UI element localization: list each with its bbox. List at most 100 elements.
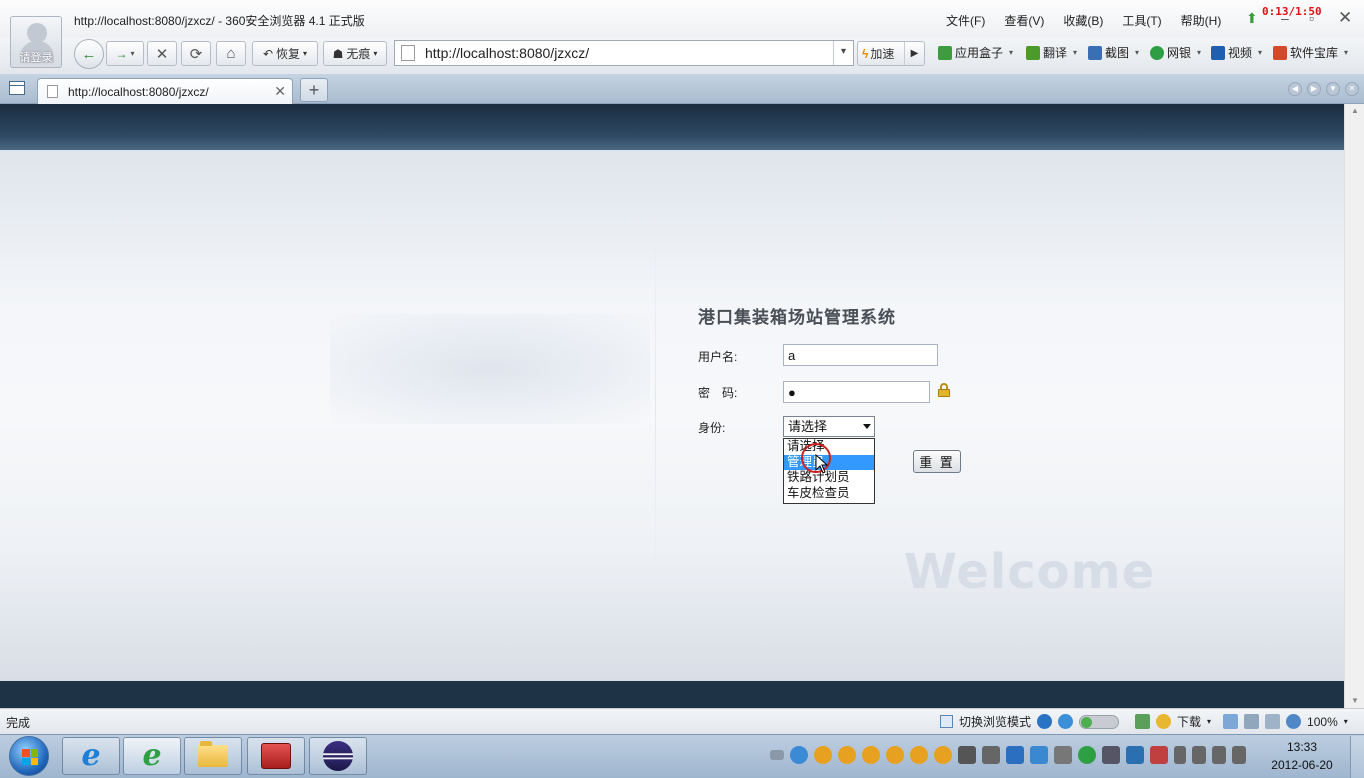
- tray-monitor-icon[interactable]: [1102, 746, 1120, 764]
- 360-browser-icon: e: [142, 738, 162, 773]
- taskbar-eclipse[interactable]: [309, 737, 367, 775]
- taskbar-ie[interactable]: e: [62, 737, 120, 775]
- mode-toggle-switch[interactable]: [1079, 714, 1120, 729]
- zoom-level[interactable]: 100%: [1307, 715, 1338, 729]
- tab-list-icon[interactable]: ▼: [1326, 82, 1340, 96]
- qq-icon[interactable]: [886, 746, 904, 764]
- refresh-icon: ⟳: [189, 45, 203, 63]
- print-icon[interactable]: [1244, 714, 1260, 729]
- tab-localhost[interactable]: http://localhost:8080/jzxcz/ ✕: [37, 78, 293, 104]
- username-input[interactable]: [783, 344, 938, 366]
- keyboard-icon[interactable]: [770, 750, 784, 760]
- role-option[interactable]: 铁路计划员: [784, 470, 874, 486]
- ext-screenshot[interactable]: 截图 ▾: [1088, 44, 1139, 61]
- zoom-dropdown-icon[interactable]: ▾: [1344, 717, 1348, 726]
- close-window-icon[interactable]: ✕: [1338, 8, 1352, 28]
- menu-help[interactable]: 帮助(H): [1181, 12, 1222, 29]
- ie-mode-icon[interactable]: [1037, 714, 1053, 729]
- tray-app-icon[interactable]: [790, 746, 808, 764]
- taskbar-clock[interactable]: 13:33 2012-06-20: [1262, 738, 1342, 774]
- page-header-band: [0, 104, 1344, 150]
- volume-icon[interactable]: [1232, 746, 1246, 764]
- tray-security-icon[interactable]: [1030, 746, 1048, 764]
- download-dropdown-icon[interactable]: ▾: [1207, 717, 1211, 726]
- username-label: 用户名:: [698, 350, 738, 364]
- browse-mode-label[interactable]: 切换浏览模式: [959, 713, 1031, 730]
- tray-tool-icon[interactable]: [958, 746, 976, 764]
- go-icon[interactable]: ▶: [904, 42, 924, 65]
- ext-bank[interactable]: 网银 ▾: [1150, 44, 1201, 61]
- network-icon[interactable]: [1212, 746, 1226, 764]
- taskbar-toolbox[interactable]: [247, 737, 305, 775]
- new-tab-button[interactable]: +: [300, 78, 328, 102]
- tray-device-icon[interactable]: [982, 746, 1000, 764]
- vertical-scrollbar[interactable]: ▲ ▼: [1344, 104, 1364, 708]
- ext-software-store[interactable]: 软件宝库 ▾: [1273, 44, 1348, 61]
- qq-icon[interactable]: [934, 746, 952, 764]
- tab-close-all-icon[interactable]: ✕: [1345, 82, 1359, 96]
- minimize-icon[interactable]: –: [1281, 10, 1289, 26]
- home-icon: ⌂: [226, 45, 236, 62]
- maximize-icon[interactable]: ▫: [1309, 10, 1314, 26]
- speed-mode-icon[interactable]: [1058, 714, 1074, 729]
- qq-icon[interactable]: [838, 746, 856, 764]
- user-avatar[interactable]: 请登录: [10, 16, 62, 68]
- address-input[interactable]: [425, 45, 825, 61]
- shield-icon[interactable]: [1006, 746, 1024, 764]
- tab-scroll-right-icon[interactable]: ▶: [1307, 82, 1321, 96]
- menu-file[interactable]: 文件(F): [946, 12, 985, 29]
- traceless-button[interactable]: ☗ 无痕 ▾: [323, 41, 387, 66]
- sidebar-toggle-icon[interactable]: [9, 81, 25, 95]
- tray-sync-icon[interactable]: [1078, 746, 1096, 764]
- taskbar-360-browser[interactable]: e: [123, 737, 181, 775]
- flag-icon[interactable]: [1174, 746, 1186, 764]
- ext-bank-dropdown-icon: ▾: [1197, 48, 1202, 57]
- forward-button[interactable]: → ▾: [106, 41, 144, 66]
- system-tray: [770, 746, 1246, 764]
- stop-x-icon: ✕: [155, 45, 169, 63]
- restore-button[interactable]: ↶ 恢复 ▾: [252, 41, 318, 66]
- window-title: http://localhost:8080/jzxcz/ - 360安全浏览器 …: [74, 14, 365, 28]
- reset-button[interactable]: 重 置: [913, 450, 961, 473]
- address-dropdown-icon[interactable]: ▾: [833, 41, 853, 65]
- qq-icon[interactable]: [910, 746, 928, 764]
- tray-window-icon[interactable]: [1126, 746, 1144, 764]
- show-desktop-button[interactable]: [1350, 736, 1364, 778]
- qq-icon[interactable]: [862, 746, 880, 764]
- sound-icon[interactable]: [1265, 714, 1281, 729]
- tab-close-icon[interactable]: ✕: [274, 83, 286, 100]
- tab-scroll-left-icon[interactable]: ◀: [1288, 82, 1302, 96]
- address-bar[interactable]: ▾: [394, 40, 854, 66]
- menu-view[interactable]: 查看(V): [1004, 12, 1044, 29]
- refresh-button[interactable]: ⟳: [181, 41, 211, 66]
- traceless-label: 无痕: [346, 47, 371, 61]
- tray-note-icon[interactable]: [1054, 746, 1072, 764]
- menu-tools[interactable]: 工具(T): [1122, 12, 1161, 29]
- usb-icon[interactable]: [1192, 746, 1206, 764]
- stop-button[interactable]: ✕: [147, 41, 177, 66]
- password-input[interactable]: [783, 381, 930, 403]
- back-button[interactable]: ←: [74, 39, 104, 69]
- windows-logo-icon: [22, 749, 38, 765]
- page-tools-icon[interactable]: [1135, 714, 1151, 729]
- qq-icon[interactable]: [814, 746, 832, 764]
- scroll-down-icon[interactable]: ▼: [1345, 694, 1364, 708]
- ext-video[interactable]: 视频 ▾: [1211, 44, 1262, 61]
- start-button[interactable]: [9, 736, 49, 776]
- avatar-login-label[interactable]: 请登录: [11, 49, 61, 65]
- ext-translate[interactable]: 翻译 ▾: [1026, 44, 1077, 61]
- ext-app-box[interactable]: 应用盒子 ▾: [938, 44, 1013, 61]
- status-tools: 切换浏览模式 下载 ▾ 100% ▾: [940, 713, 1348, 730]
- taskbar-explorer[interactable]: [184, 737, 242, 775]
- upgrade-icon[interactable]: ⬆: [1246, 10, 1258, 27]
- speed-button[interactable]: ϟ 加速 ▶: [857, 41, 925, 66]
- bookmark-icon[interactable]: [1223, 714, 1239, 729]
- role-option[interactable]: 车皮检查员: [784, 486, 874, 502]
- tray-alert-icon[interactable]: [1150, 746, 1168, 764]
- download-label[interactable]: 下载: [1177, 713, 1201, 730]
- scroll-up-icon[interactable]: ▲: [1345, 104, 1364, 118]
- menu-favorites[interactable]: 收藏(B): [1063, 12, 1103, 29]
- zoom-icon[interactable]: [1286, 714, 1302, 729]
- role-select[interactable]: 请选择: [783, 416, 875, 437]
- home-button[interactable]: ⌂: [216, 41, 246, 66]
